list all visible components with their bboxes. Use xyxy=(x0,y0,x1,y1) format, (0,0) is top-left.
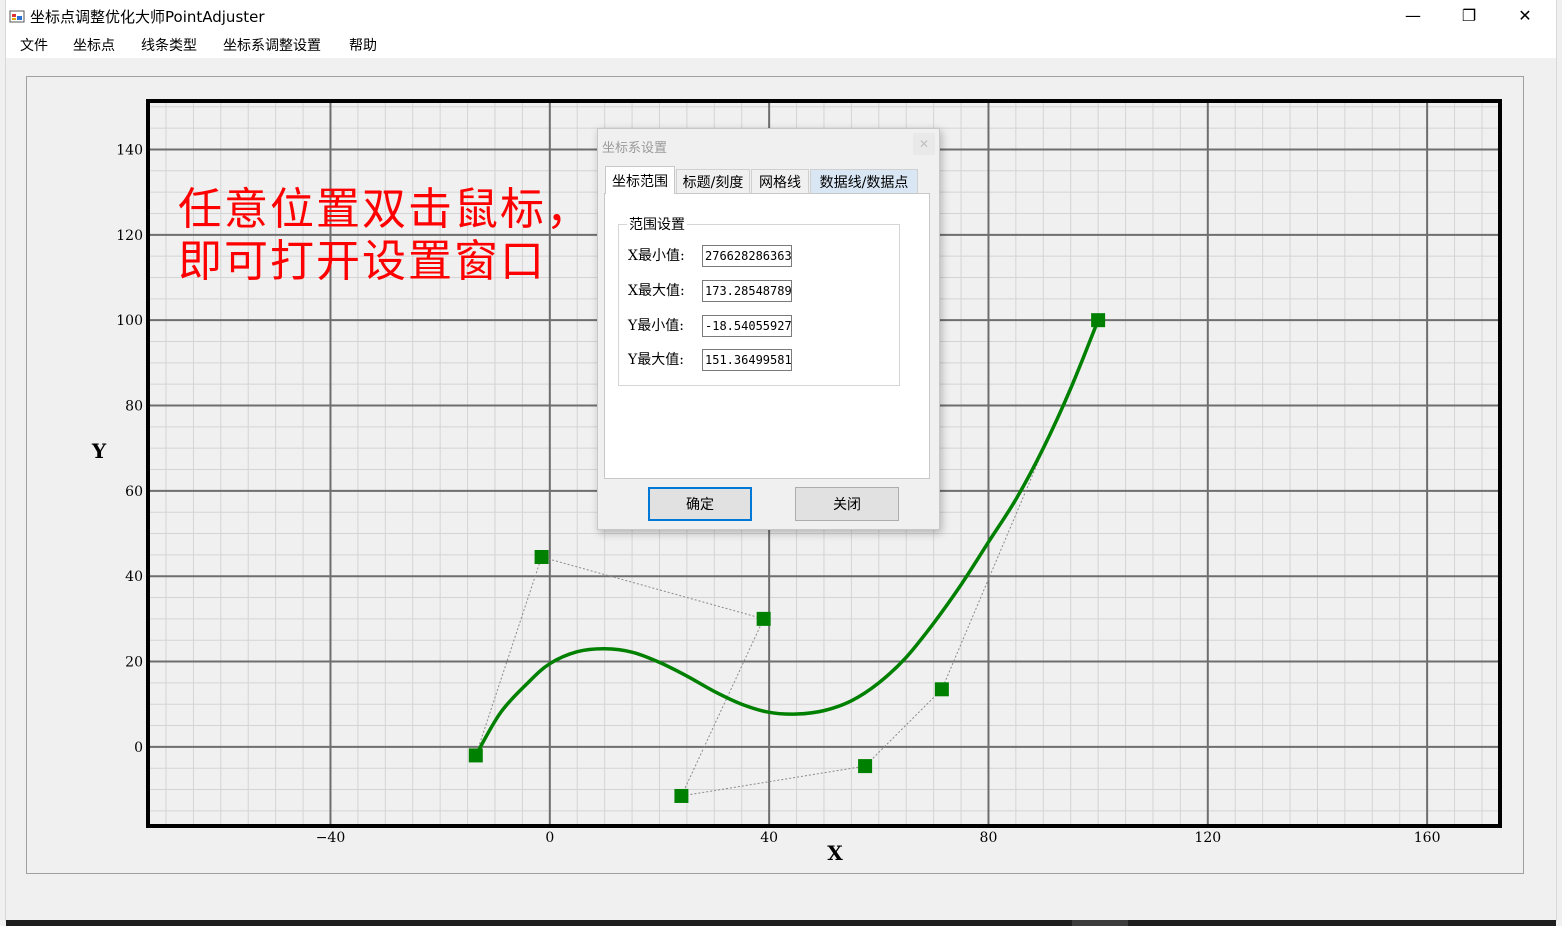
annotation-line-1: 任意位置双击鼠标， xyxy=(178,184,592,235)
x-tick-label: 40 xyxy=(760,830,778,846)
y-tick-labels: 0 20 40 60 80 100 120 140 xyxy=(116,142,143,755)
control-point-marker xyxy=(534,549,549,564)
y-min-input[interactable]: -18.54055927 xyxy=(702,315,792,337)
x-tick-labels: −40 0 40 80 120 160 xyxy=(316,830,1441,846)
y-tick-label: 100 xyxy=(116,313,143,329)
y-tick-label: 40 xyxy=(125,569,143,585)
x-tick-label: 120 xyxy=(1194,830,1221,846)
tab-data-lines[interactable]: 数据线/数据点 xyxy=(810,169,918,193)
x-tick-label: 160 xyxy=(1414,830,1441,846)
axis-settings-dialog: 坐标系设置 ✕ 坐标范围 标题/刻度 网格线 数据线/数据点 范围设置 X最小值… xyxy=(597,128,940,530)
y-tick-label: 140 xyxy=(116,142,143,158)
close-icon: ✕ xyxy=(918,137,930,151)
instruction-annotation: 任意位置双击鼠标， 即可打开设置窗口 xyxy=(178,184,592,288)
ok-button[interactable]: 确定 xyxy=(648,487,752,521)
annotation-line-2: 即可打开设置窗口 xyxy=(178,236,546,287)
tab-page-axis-range: 范围设置 X最小值: 276628286363 X最大值: 173.285487… xyxy=(604,193,930,479)
x-min-label: X最小值: xyxy=(628,248,685,264)
x-tick-label: −40 xyxy=(316,830,346,846)
y-axis-label: Y xyxy=(91,439,107,463)
control-point-marker xyxy=(858,759,873,774)
control-point-marker xyxy=(1091,313,1106,328)
y-max-input[interactable]: 151.36499581 xyxy=(702,349,792,371)
y-tick-label: 20 xyxy=(125,655,143,671)
y-tick-label: 120 xyxy=(116,228,143,244)
x-max-input[interactable]: 173.28548789 xyxy=(702,280,792,302)
dialog-close-button[interactable]: ✕ xyxy=(913,133,935,155)
x-axis-label: X xyxy=(827,841,843,865)
group-title: 范围设置 xyxy=(627,214,687,234)
y-tick-label: 0 xyxy=(134,740,143,756)
x-min-input[interactable]: 276628286363 xyxy=(702,245,792,267)
tab-grid-lines[interactable]: 网格线 xyxy=(751,169,809,193)
tab-title-ticks[interactable]: 标题/刻度 xyxy=(676,169,750,193)
y-tick-label: 60 xyxy=(125,484,143,500)
x-max-label: X最大值: xyxy=(628,283,685,299)
y-min-label: Y最小值: xyxy=(628,318,684,334)
close-button[interactable]: 关闭 xyxy=(795,487,899,521)
x-tick-label: 0 xyxy=(545,830,554,846)
control-point-marker xyxy=(468,748,483,763)
range-settings-group: 范围设置 X最小值: 276628286363 X最大值: 173.285487… xyxy=(618,214,900,386)
control-point-marker xyxy=(934,682,949,697)
tab-axis-range[interactable]: 坐标范围 xyxy=(605,166,675,194)
y-tick-label: 80 xyxy=(125,399,143,415)
control-point-marker xyxy=(674,788,689,803)
x-tick-label: 80 xyxy=(980,830,998,846)
control-point-marker xyxy=(756,611,771,626)
y-max-label: Y最大值: xyxy=(628,352,684,368)
dialog-title: 坐标系设置 xyxy=(602,141,668,156)
